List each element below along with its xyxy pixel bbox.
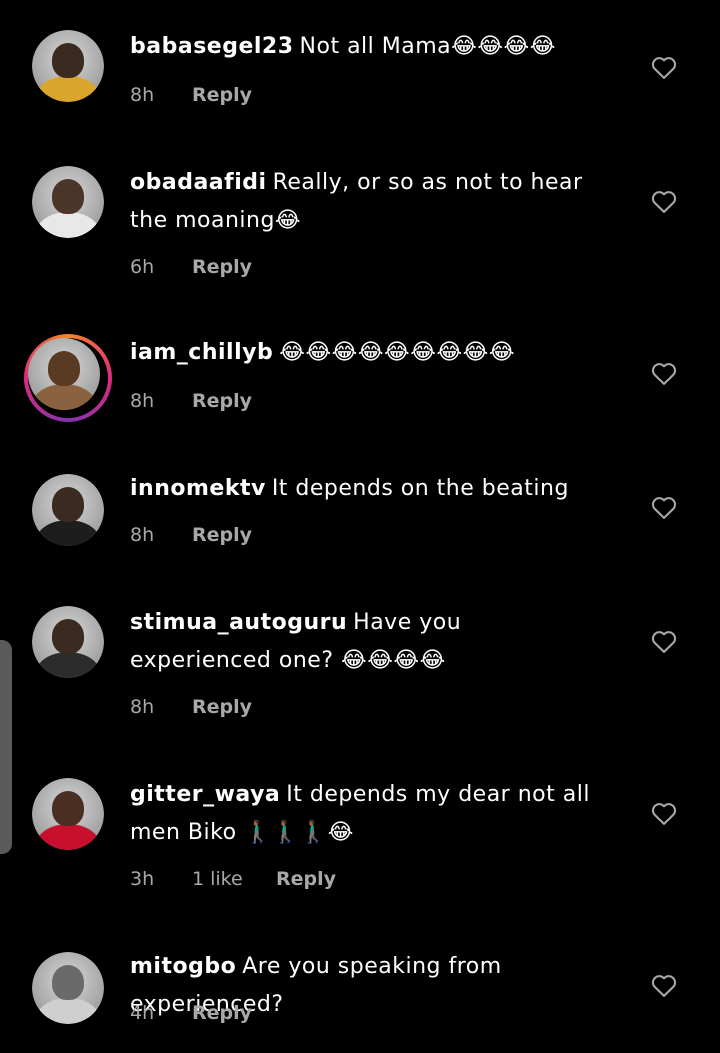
comment-username[interactable]: mitogbo (130, 954, 236, 979)
reply-button[interactable]: Reply (192, 84, 252, 106)
comment-meta: 8h Reply (130, 696, 252, 718)
comment-text-block: iam_chillyb 😂😂😂😂😂😂😂😂😂 (130, 334, 610, 372)
heart-icon[interactable] (650, 800, 678, 828)
avatar-frame[interactable] (32, 30, 104, 102)
comment-timestamp: 3h (130, 868, 155, 890)
comment-body: Not all Mama😂😂😂😂 (299, 34, 556, 59)
scroll-handle[interactable] (0, 640, 12, 854)
comment-meta: 8h Reply (130, 524, 252, 546)
story-ring[interactable] (24, 334, 112, 422)
comment-username[interactable]: iam_chillyb (130, 340, 273, 365)
comment-like-count[interactable]: 1 like (192, 868, 276, 890)
avatar[interactable] (32, 166, 104, 238)
avatar-frame[interactable] (32, 952, 104, 1024)
reply-button[interactable]: Reply (192, 524, 252, 546)
heart-icon[interactable] (650, 972, 678, 1000)
comment-meta: 4h Reply (130, 1002, 252, 1024)
heart-icon[interactable] (650, 54, 678, 82)
avatar[interactable] (28, 338, 100, 410)
comment-username[interactable]: stimua_autoguru (130, 610, 347, 635)
avatar-frame[interactable] (32, 778, 104, 850)
heart-icon[interactable] (650, 188, 678, 216)
comment-timestamp: 8h (130, 84, 155, 106)
comment-username[interactable]: gitter_waya (130, 782, 280, 807)
comment-meta: 8h Reply (130, 390, 252, 412)
reply-button[interactable]: Reply (192, 256, 252, 278)
comment-timestamp: 4h (130, 1002, 155, 1024)
reply-button[interactable]: Reply (192, 1002, 252, 1024)
avatar[interactable] (32, 474, 104, 546)
avatar-frame[interactable] (32, 166, 104, 238)
avatar[interactable] (32, 30, 104, 102)
comment-timestamp: 8h (130, 524, 155, 546)
comment-text-block: stimua_autoguru Have you experienced one?… (130, 604, 610, 680)
avatar-frame[interactable] (32, 606, 104, 678)
comment-timestamp: 8h (130, 390, 155, 412)
comment-text-block: innomektv It depends on the beating (130, 470, 610, 508)
comment-timestamp: 6h (130, 256, 155, 278)
comment-meta: 8h Reply (130, 84, 252, 106)
comment-meta: 6h Reply (130, 256, 252, 278)
reply-button[interactable]: Reply (276, 868, 336, 890)
avatar[interactable] (32, 952, 104, 1024)
comment-text-block: gitter_waya It depends my dear not all me… (130, 776, 610, 852)
avatar[interactable] (32, 778, 104, 850)
comment-username[interactable]: innomektv (130, 476, 266, 501)
comment-meta: 3h 1 like Reply (130, 868, 336, 890)
avatar[interactable] (32, 606, 104, 678)
avatar-frame[interactable] (32, 474, 104, 546)
comment-username[interactable]: obadaafidi (130, 170, 267, 195)
comment-body: 😂😂😂😂😂😂😂😂😂 (279, 340, 516, 365)
reply-button[interactable]: Reply (192, 696, 252, 718)
comment-timestamp: 8h (130, 696, 155, 718)
reply-button[interactable]: Reply (192, 390, 252, 412)
comment-username[interactable]: babasegel23 (130, 34, 294, 59)
comment-body: It depends on the beating (271, 476, 569, 501)
comment-text-block: obadaafidi Really, or so as not to hear t… (130, 164, 610, 240)
heart-icon[interactable] (650, 628, 678, 656)
heart-icon[interactable] (650, 494, 678, 522)
heart-icon[interactable] (650, 360, 678, 388)
comment-text-block: babasegel23 Not all Mama😂😂😂😂 (130, 28, 610, 66)
